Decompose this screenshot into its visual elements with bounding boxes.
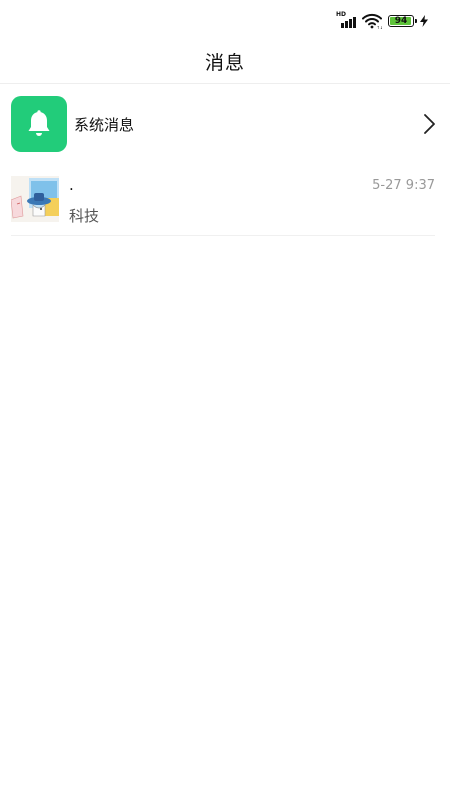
page-title: 消息 <box>204 52 245 74</box>
system-messages-label: 系统消息 <box>74 115 135 134</box>
wifi-icon: ↑↓ <box>362 13 382 29</box>
chevron-right-icon <box>424 114 435 134</box>
status-bar: HD ↑↓ 94 <box>0 0 450 40</box>
cartoon-avatar-image <box>11 176 59 222</box>
conversation-name: . <box>69 176 74 194</box>
charging-icon <box>420 15 428 27</box>
status-icons: HD ↑↓ 94 <box>336 11 428 30</box>
conversation-list-item[interactable]: . 5-27 9:37 科技 <box>11 176 435 236</box>
signal-icon: HD <box>336 11 356 28</box>
header: 消息 <box>0 40 450 84</box>
system-messages-row[interactable]: 系统消息 <box>11 96 439 152</box>
system-messages-icon-tile <box>11 96 67 152</box>
conversation-time: 5-27 9:37 <box>372 178 435 193</box>
svg-text:↑↓: ↑↓ <box>377 25 383 29</box>
avatar <box>11 176 59 222</box>
conversation-preview: 科技 <box>69 207 100 225</box>
bell-icon <box>28 110 50 136</box>
battery-level: 94 <box>394 15 408 26</box>
battery-icon: 94 <box>388 15 417 27</box>
